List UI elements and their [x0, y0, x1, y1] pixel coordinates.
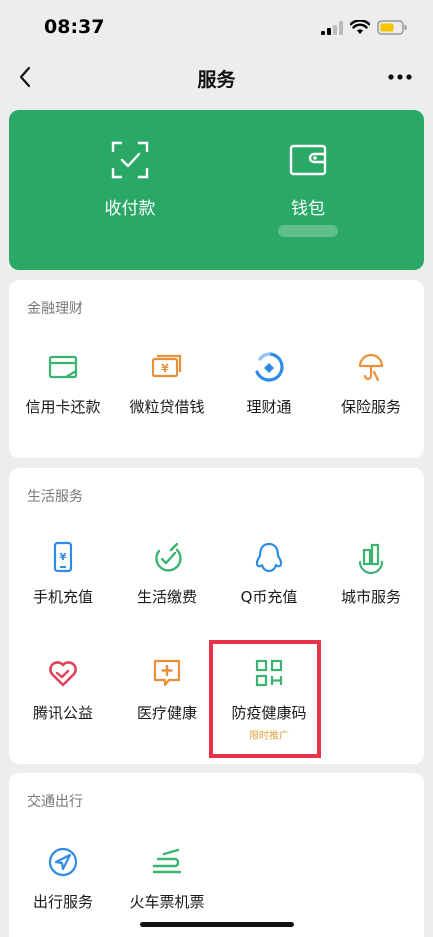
service-label: Q币充值	[240, 588, 298, 606]
service-label: 保险服务	[340, 398, 401, 416]
service-city[interactable]: 城市服务	[319, 540, 423, 607]
wallet-balance-blur	[278, 225, 338, 237]
pay-receive-label: 收付款	[104, 199, 156, 219]
battery-icon	[377, 20, 407, 35]
service-label: 出行服务	[32, 893, 93, 911]
wallet-icon	[289, 144, 327, 176]
nav-bar: 服务	[0, 56, 433, 100]
status-bar: 08:37	[0, 0, 433, 56]
status-time: 08:37	[44, 16, 105, 38]
section-transport: 交通出行 出行服务 火车票机票	[9, 773, 424, 937]
service-label: 信用卡还款	[25, 398, 101, 416]
section-title-transport: 交通出行	[27, 794, 83, 810]
pay-receive-button[interactable]: 收付款	[55, 140, 205, 219]
phone-yuan-icon: ¥	[53, 541, 73, 573]
service-utility-pay[interactable]: 生活缴费	[115, 540, 219, 607]
wifi-icon	[350, 20, 370, 34]
service-label: 手机充值	[32, 588, 93, 606]
umbrella-hand-icon	[358, 353, 384, 382]
service-train-flight-tickets[interactable]: 火车票机票	[115, 845, 219, 912]
service-label: 火车票机票	[129, 893, 205, 911]
service-qcoin-topup[interactable]: Q币充值	[217, 540, 321, 607]
wealth-swirl-icon	[255, 352, 284, 382]
navigation-arrow-icon	[48, 847, 78, 877]
home-indicator[interactable]	[140, 922, 294, 927]
section-title-life: 生活服务	[27, 489, 83, 505]
penguin-icon	[255, 542, 283, 573]
service-travel[interactable]: 出行服务	[11, 845, 115, 912]
section-title-finance: 金融理财	[27, 301, 83, 317]
section-finance: 金融理财 信用卡还款 ¥ 微粒贷借钱 理财通 保险服务	[9, 280, 424, 458]
leaf-check-icon	[155, 542, 182, 572]
scan-check-icon	[111, 141, 149, 179]
service-label: 城市服务	[340, 588, 401, 606]
svg-text:¥: ¥	[60, 552, 67, 563]
service-label: 医疗健康	[136, 704, 197, 722]
service-label: 微粒贷借钱	[129, 398, 205, 416]
service-weilidai[interactable]: ¥ 微粒贷借钱	[115, 350, 219, 417]
highlight-box	[209, 640, 321, 758]
signal-icon	[321, 20, 343, 35]
pay-card: 收付款 钱包	[9, 110, 424, 270]
yuan-cash-icon: ¥	[151, 354, 182, 378]
wallet-button[interactable]: 钱包	[233, 140, 383, 237]
credit-card-icon	[48, 355, 78, 379]
service-label: 理财通	[246, 398, 292, 416]
service-medical-health[interactable]: 医疗健康	[115, 656, 219, 723]
train-plane-icon	[152, 848, 182, 874]
status-icons	[321, 20, 407, 35]
medical-plus-icon	[153, 659, 181, 687]
wallet-label: 钱包	[291, 199, 325, 219]
service-insurance[interactable]: 保险服务	[319, 350, 423, 417]
service-credit-card-repay[interactable]: 信用卡还款	[11, 350, 115, 417]
svg-text:¥: ¥	[161, 362, 169, 375]
service-tencent-charity[interactable]: 腾讯公益	[11, 656, 115, 723]
city-buildings-icon	[358, 543, 384, 574]
service-label: 腾讯公益	[32, 704, 93, 722]
service-label: 生活缴费	[136, 588, 197, 606]
page-title: 服务	[197, 69, 236, 91]
service-licaitong[interactable]: 理财通	[217, 350, 321, 417]
heart-hand-icon	[49, 661, 77, 687]
more-icon[interactable]	[385, 64, 415, 90]
service-phone-topup[interactable]: ¥ 手机充值	[11, 540, 115, 607]
